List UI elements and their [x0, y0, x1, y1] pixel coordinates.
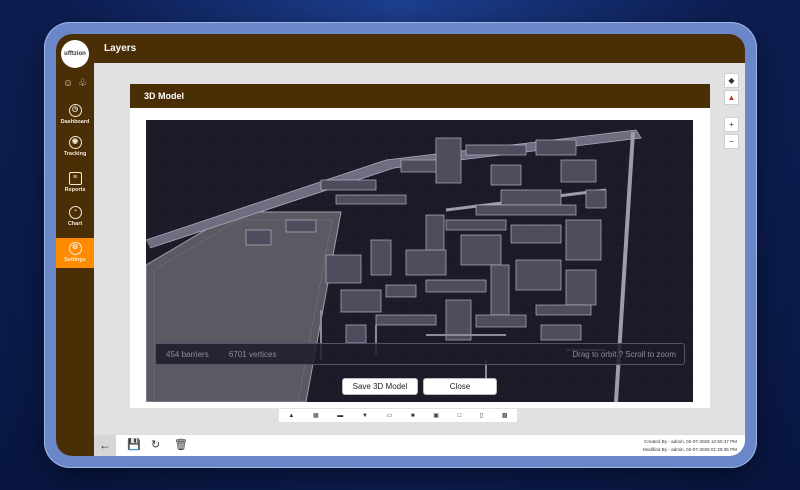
vertex-count: 6701 vertices: [228, 350, 277, 359]
arrow-left-icon[interactable]: ←: [94, 435, 116, 456]
dashboard-icon: ◷: [68, 104, 82, 117]
sidebar-top-icons: ☺ ♧: [56, 78, 94, 89]
bell-icon[interactable]: ♧: [78, 78, 87, 89]
viewer-status-bar: 454 barriers 6701 vertices Drag to orbit…: [155, 343, 685, 365]
barrier-count: 454 barriers: [166, 350, 209, 359]
main-content: ◆ ▲ + − 3D Model 454 barriers 6701 verti…: [94, 63, 745, 434]
device-frame: ufftzion ☺ ♧ ◷ Dashboard ◉ Tracking ≡ Re…: [44, 22, 757, 468]
frame-tool-icon[interactable]: □: [458, 413, 462, 419]
sidebar-item-tracking[interactable]: ◉ Tracking: [56, 136, 94, 157]
report-icon: ≡: [68, 172, 82, 185]
save-3d-model-button[interactable]: Save 3D Model: [342, 378, 418, 395]
zoom-in-button[interactable]: +: [724, 117, 739, 132]
location-pin-icon: ◉: [68, 136, 82, 149]
model-3d-dialog: 3D Model 454 barriers 6701 vertices Drag…: [130, 84, 710, 408]
user-icon[interactable]: ☺: [63, 78, 73, 89]
sidebar-item-label: Reports: [64, 187, 86, 193]
pie-chart-icon: ◔: [68, 206, 82, 219]
footer-bar: ← 💾 ↻ 🗑 Created By - admin, 02-07-2026 1…: [94, 434, 745, 456]
sidebar-item-chart[interactable]: ◔ Chart: [56, 206, 94, 227]
text-tool-icon[interactable]: ▲: [288, 413, 294, 419]
sidebar-item-reports[interactable]: ≡ Reports: [56, 172, 94, 193]
panel-tool-icon[interactable]: ▩: [502, 412, 508, 419]
sidebar: ufftzion ☺ ♧ ◷ Dashboard ◉ Tracking ≡ Re…: [56, 34, 94, 456]
dropdown-tool-icon[interactable]: ▼: [362, 413, 368, 419]
grid-tool-icon[interactable]: ▦: [313, 412, 319, 419]
sidebar-item-label: Settings: [64, 257, 86, 263]
dialog-title: 3D Model: [144, 91, 185, 101]
page-title: Layers: [104, 43, 137, 54]
sidebar-item-label: Dashboard: [60, 119, 90, 125]
dialog-header: 3D Model: [130, 84, 710, 108]
sidebar-item-label: Chart: [67, 221, 83, 227]
3d-viewer-canvas[interactable]: 454 barriers 6701 vertices Drag to orbit…: [146, 120, 693, 402]
created-by: Created By - admin, 02-07-2026 12:50:47 …: [644, 439, 737, 444]
delete-tool-icon[interactable]: ▯: [480, 412, 483, 419]
dialog-actions: Save 3D Model Close: [146, 378, 693, 395]
box-tool-icon[interactable]: ▣: [433, 412, 439, 419]
fill-tool-icon[interactable]: ■: [411, 413, 415, 419]
sidebar-item-label: Tracking: [63, 151, 87, 157]
map-tools: ◆ ▲ + −: [724, 73, 739, 151]
app-screen: ufftzion ☺ ♧ ◷ Dashboard ◉ Tracking ≡ Re…: [56, 34, 745, 456]
zoom-out-button[interactable]: −: [724, 134, 739, 149]
save-icon[interactable]: 💾: [127, 438, 141, 451]
audit-info: Created By - admin, 02-07-2026 12:50:47 …: [643, 438, 737, 454]
viewer-hint: Drag to orbit ? Scroll to zoom: [572, 350, 676, 359]
line-tool-icon[interactable]: ▬: [337, 413, 343, 419]
trash-icon[interactable]: 🗑: [174, 438, 188, 451]
refresh-icon[interactable]: ↻: [151, 438, 160, 451]
compass-icon[interactable]: ▲: [724, 90, 739, 105]
app-logo[interactable]: ufftzion: [61, 40, 89, 68]
drawing-toolbar: ▲ ▦ ▬ ▼ ▭ ■ ▣ □ ▯ ▩: [279, 409, 517, 422]
measure-tool-icon[interactable]: ▭: [387, 412, 393, 419]
modified-by: Modified By - admin, 02-07-2026 01:29:36…: [643, 447, 737, 452]
close-button[interactable]: Close: [423, 378, 497, 395]
sidebar-item-dashboard[interactable]: ◷ Dashboard: [56, 104, 94, 125]
sidebar-item-settings[interactable]: ⚙ Settings: [56, 238, 94, 268]
page-header: Layers: [94, 34, 745, 63]
gear-icon: ⚙: [68, 242, 82, 255]
layers-icon[interactable]: ◆: [724, 73, 739, 88]
